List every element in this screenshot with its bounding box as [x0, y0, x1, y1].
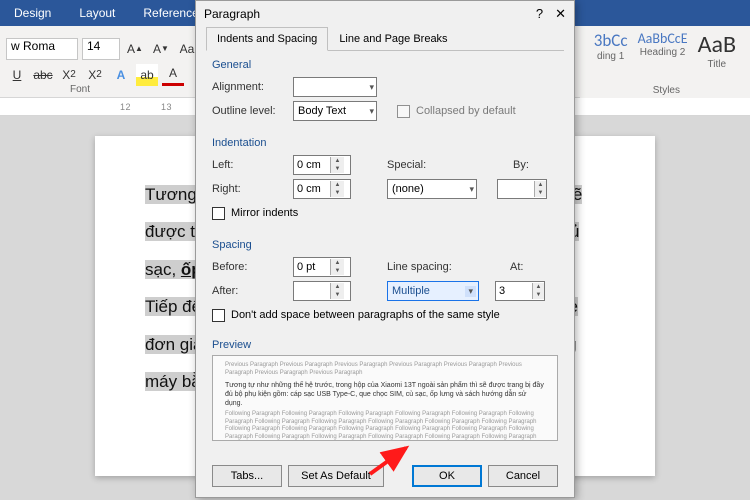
ok-button[interactable]: OK: [412, 465, 482, 487]
preview-box: Previous Paragraph Previous Paragraph Pr…: [212, 355, 558, 441]
cancel-button[interactable]: Cancel: [488, 465, 558, 487]
text-effects-icon[interactable]: A: [110, 64, 132, 86]
strikethrough-icon[interactable]: abc: [32, 64, 54, 86]
paragraph-dialog: Paragraph ? ✕ Indents and Spacing Line a…: [195, 0, 575, 498]
outline-label: Outline level:: [212, 105, 287, 117]
nospace-checkbox[interactable]: [212, 309, 225, 322]
general-label: General: [212, 59, 558, 71]
down-arrow-icon[interactable]: ▼: [331, 165, 344, 173]
indentation-section: Indentation Left: ▲▼ Special: By: Right:…: [212, 137, 558, 225]
special-label: Special:: [387, 159, 447, 171]
general-section: General Alignment: ▾ Outline level: Body…: [212, 59, 558, 123]
collapsed-checkbox: [397, 105, 410, 118]
styles-gallery: 3bCc ding 1 AaBbCcE Heading 2 AaB Title …: [580, 26, 750, 98]
subscript-icon[interactable]: X2: [58, 64, 80, 86]
down-arrow-icon[interactable]: ▼: [331, 291, 344, 299]
collapsed-label: Collapsed by default: [416, 105, 516, 117]
style-heading1[interactable]: 3bCc ding 1: [594, 30, 628, 62]
up-arrow-icon[interactable]: ▲: [331, 259, 344, 267]
up-arrow-icon[interactable]: ▲: [331, 181, 344, 189]
preview-label: Preview: [212, 339, 558, 351]
left-indent-input[interactable]: ▲▼: [293, 155, 351, 175]
chevron-down-icon: ▾: [369, 82, 374, 93]
dialog-title: Paragraph: [204, 7, 260, 21]
close-icon[interactable]: ✕: [555, 6, 566, 22]
up-arrow-icon[interactable]: ▲: [533, 283, 544, 291]
before-label: Before:: [212, 261, 287, 273]
tab-line-page-breaks[interactable]: Line and Page Breaks: [328, 27, 458, 51]
styles-group-label: Styles: [653, 85, 680, 96]
at-label: At:: [510, 261, 540, 273]
font-name-select[interactable]: w Roma: [6, 38, 78, 60]
chevron-down-icon: ▾: [469, 184, 474, 195]
outline-select[interactable]: Body Text▾: [293, 101, 377, 121]
font-group-label: Font: [70, 84, 90, 95]
down-arrow-icon[interactable]: ▼: [535, 189, 546, 197]
tab-layout[interactable]: Layout: [65, 0, 129, 26]
by-label: By:: [513, 159, 543, 171]
down-arrow-icon[interactable]: ▼: [331, 267, 344, 275]
up-arrow-icon[interactable]: ▲: [535, 181, 546, 189]
font-size-select[interactable]: 14: [82, 38, 120, 60]
spacing-section: Spacing Before: ▲▼ Line spacing: At: Aft…: [212, 239, 558, 327]
mirror-indents-checkbox[interactable]: [212, 207, 225, 220]
line-spacing-label: Line spacing:: [387, 261, 462, 273]
style-heading2[interactable]: AaBbCcE Heading 2: [638, 30, 688, 58]
after-input[interactable]: ▲▼: [293, 281, 351, 301]
font-color-icon[interactable]: A: [162, 64, 184, 86]
right-indent-label: Right:: [212, 183, 287, 195]
up-arrow-icon[interactable]: ▲: [331, 283, 344, 291]
down-arrow-icon[interactable]: ▼: [331, 189, 344, 197]
chevron-down-icon: ▾: [369, 106, 374, 117]
line-spacing-select[interactable]: Multiple▾: [387, 281, 479, 301]
grow-font-icon[interactable]: A▲: [124, 38, 146, 60]
superscript-icon[interactable]: X2: [84, 64, 106, 86]
set-default-button[interactable]: Set As Default: [288, 465, 384, 487]
tab-design[interactable]: Design: [0, 0, 65, 26]
tabs-button[interactable]: Tabs...: [212, 465, 282, 487]
before-input[interactable]: ▲▼: [293, 257, 351, 277]
up-arrow-icon[interactable]: ▲: [331, 157, 344, 165]
dialog-buttons: Tabs... Set As Default OK Cancel: [196, 457, 574, 497]
alignment-select[interactable]: ▾: [293, 77, 377, 97]
special-select[interactable]: (none)▾: [387, 179, 477, 199]
spacing-label: Spacing: [212, 239, 558, 251]
dialog-tabs: Indents and Spacing Line and Page Breaks: [206, 27, 564, 51]
down-arrow-icon[interactable]: ▼: [533, 291, 544, 299]
dialog-titlebar: Paragraph ? ✕: [196, 1, 574, 27]
by-input[interactable]: ▲▼: [497, 179, 547, 199]
style-title[interactable]: AaB Title: [698, 30, 736, 70]
preview-section: Preview Previous Paragraph Previous Para…: [212, 339, 558, 443]
chevron-down-icon: ▾: [465, 286, 476, 297]
underline-icon[interactable]: U: [6, 64, 28, 86]
tab-indents-spacing[interactable]: Indents and Spacing: [206, 27, 328, 51]
after-label: After:: [212, 285, 287, 297]
at-input[interactable]: ▲▼: [495, 281, 545, 301]
indentation-label: Indentation: [212, 137, 558, 149]
shrink-font-icon[interactable]: A▼: [150, 38, 172, 60]
highlight-icon[interactable]: ab: [136, 64, 158, 86]
nospace-label: Don't add space between paragraphs of th…: [231, 309, 500, 321]
alignment-label: Alignment:: [212, 81, 287, 93]
help-icon[interactable]: ?: [536, 6, 543, 22]
right-indent-input[interactable]: ▲▼: [293, 179, 351, 199]
left-indent-label: Left:: [212, 159, 287, 171]
mirror-indents-label: Mirror indents: [231, 207, 298, 219]
